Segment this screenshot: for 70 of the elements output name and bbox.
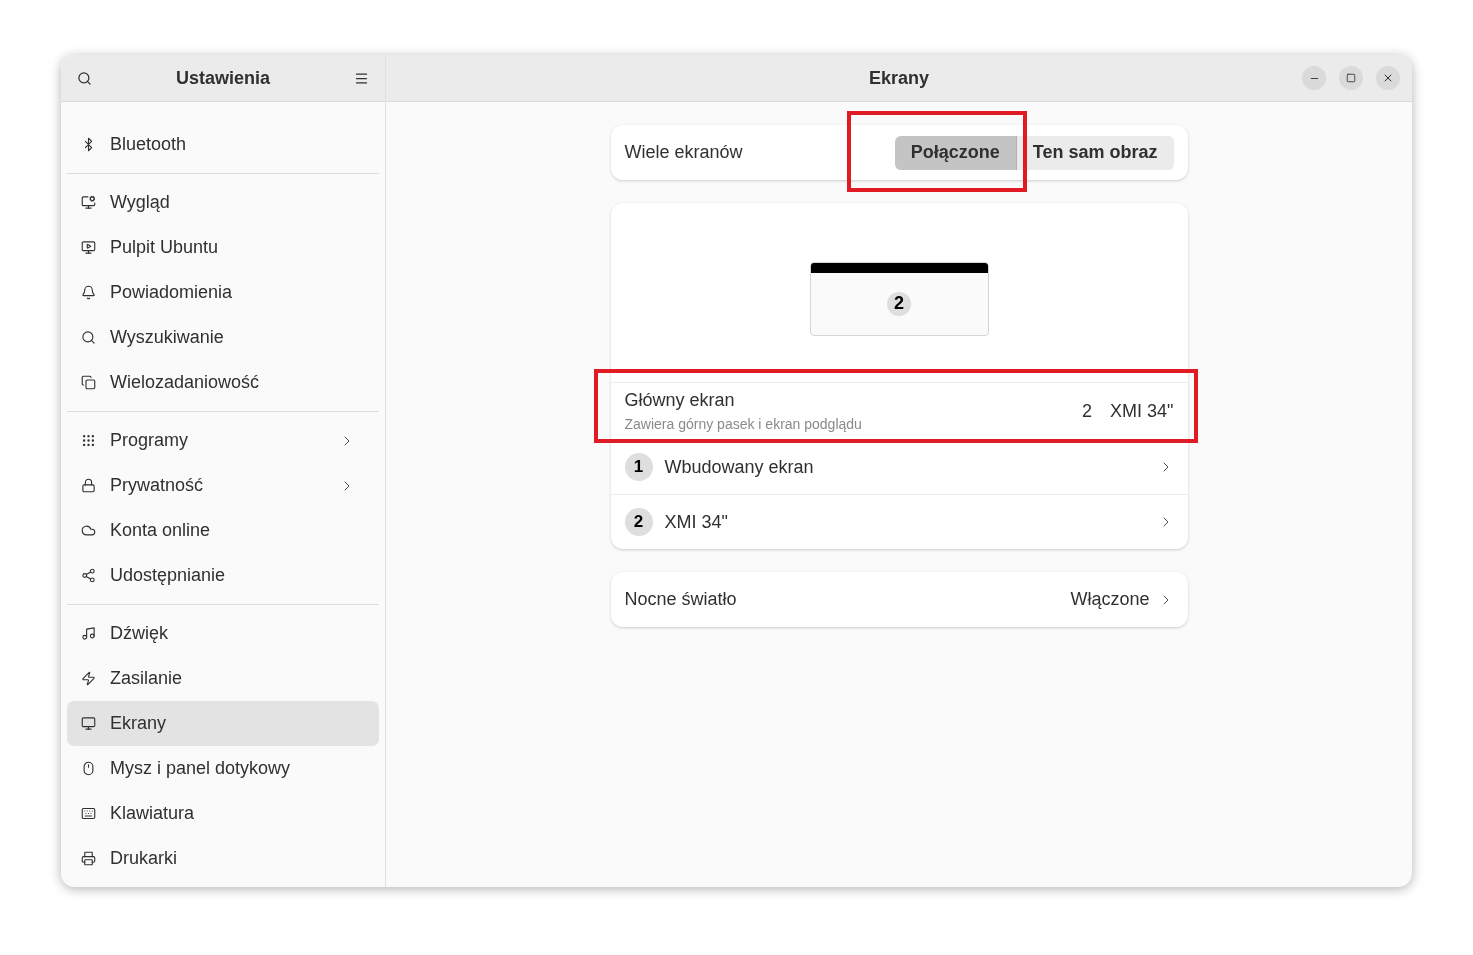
share-icon xyxy=(81,568,96,583)
search-icon xyxy=(81,330,96,345)
sidebar-item[interactable]: Zasilanie xyxy=(67,656,379,701)
mouse-icon xyxy=(81,761,96,776)
sidebar-label: Powiadomienia xyxy=(110,281,234,304)
display-name: Wbudowany ekran xyxy=(664,455,815,479)
sidebar-label: Konta online xyxy=(110,519,212,542)
monitor-preview[interactable]: 2 xyxy=(809,261,989,336)
windows-icon xyxy=(81,375,96,390)
sidebar-label: Zasilanie xyxy=(110,667,184,690)
sidebar-item[interactable]: Pulpit Ubuntu xyxy=(67,225,379,270)
sidebar-title: Ustawienia xyxy=(175,66,270,90)
bolt-icon xyxy=(81,671,96,686)
display-name: XMI 34" xyxy=(1110,399,1174,423)
sidebar-item[interactable]: Konta online xyxy=(67,508,379,553)
display-number: 2 xyxy=(887,291,911,316)
cloud-icon xyxy=(81,523,96,538)
menu-icon[interactable] xyxy=(354,70,369,86)
sidebar-label: Prywatność xyxy=(110,474,205,497)
sidebar-item[interactable]: Klawiatura xyxy=(67,791,379,836)
music-note-icon xyxy=(81,626,96,641)
bell-icon xyxy=(81,285,96,300)
maximize-icon xyxy=(1346,73,1356,83)
sidebar-item[interactable]: Ekrany xyxy=(67,701,379,746)
sidebar-label: Programy xyxy=(110,429,190,452)
lock-icon xyxy=(81,478,96,493)
sidebar-label: Drukarki xyxy=(110,847,178,870)
close-button[interactable] xyxy=(1376,66,1400,90)
sidebar-label: Wyszukiwanie xyxy=(110,326,225,349)
maximize-button[interactable] xyxy=(1339,66,1363,90)
row-subtitle: Zawiera górny pasek i ekran podglądu xyxy=(624,415,862,434)
setting-value: Włączone xyxy=(1070,588,1150,611)
display-name: XMI 34" xyxy=(664,510,729,534)
monitor-icon xyxy=(81,716,96,731)
sidebar-label: Pulpit Ubuntu xyxy=(110,236,220,259)
sidebar-item[interactable]: Powiadomienia xyxy=(67,270,379,315)
sidebar-item[interactable]: Udostępnianie xyxy=(67,553,379,598)
sidebar-label: Dźwięk xyxy=(110,622,169,645)
sidebar-item[interactable]: Drukarki xyxy=(67,836,379,881)
mode-toggle[interactable]: Połączone xyxy=(894,135,1017,170)
sidebar-item[interactable]: Bluetooth xyxy=(67,122,379,167)
sidebar-item[interactable]: Dźwięk xyxy=(67,611,379,656)
setting-label: Wiele ekranów xyxy=(624,141,743,164)
sidebar-label: Udostępnianie xyxy=(110,564,227,587)
display-row[interactable]: 2 XMI 34" xyxy=(610,494,1188,549)
sidebar-label: Wygląd xyxy=(110,191,171,214)
display-number: 2 xyxy=(1082,399,1093,423)
display-number: 1 xyxy=(624,453,653,481)
display-number: 2 xyxy=(624,508,653,536)
sidebar-item[interactable]: Mysz i panel dotykowy xyxy=(67,746,379,791)
setting-label: Nocne światło xyxy=(624,588,738,611)
sidebar-item[interactable]: Prywatność xyxy=(67,463,379,508)
close-icon xyxy=(1382,72,1394,84)
keyboard-icon xyxy=(81,806,96,821)
grid-icon xyxy=(81,433,96,448)
search-icon[interactable] xyxy=(77,70,92,86)
window-title: Ekrany xyxy=(868,66,929,90)
sidebar-label: Klawiatura xyxy=(110,802,196,825)
sidebar-label: Bluetooth xyxy=(110,133,188,156)
sidebar-label: Mysz i panel dotykowy xyxy=(110,757,292,780)
sidebar-item[interactable]: Wielozadaniowość xyxy=(67,360,379,405)
sidebar-item[interactable]: Programy xyxy=(67,418,379,463)
printer-icon xyxy=(81,851,96,866)
display-row[interactable]: 1 Wbudowany ekran xyxy=(610,439,1188,494)
row-title: Główny ekran xyxy=(624,389,736,412)
sidebar-label: Wielozadaniowość xyxy=(110,371,261,394)
sidebar-label: Ekrany xyxy=(110,712,168,735)
sidebar-item[interactable]: Wyszukiwanie xyxy=(67,315,379,360)
night-light-row[interactable]: Nocne światło Włączone xyxy=(610,572,1188,627)
sidebar-item[interactable]: Wygląd xyxy=(67,180,379,225)
